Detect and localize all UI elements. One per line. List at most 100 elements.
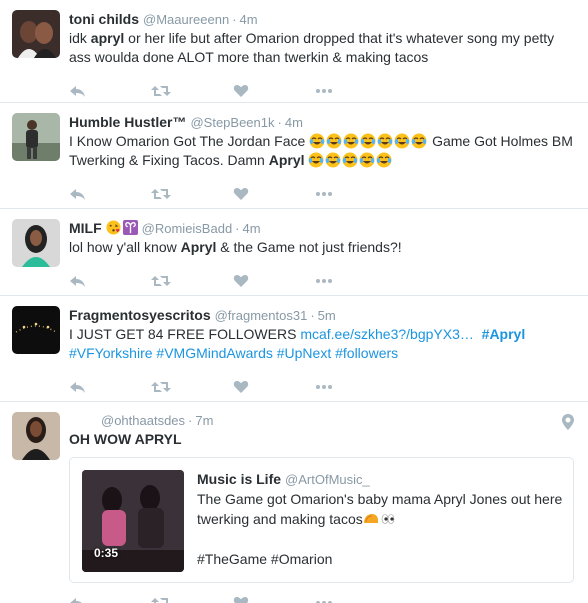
tweet-text: I Know Omarion Got The Jordan Face Game … xyxy=(69,132,576,170)
tears-of-joy-emoji-icon xyxy=(360,133,377,149)
quoted-user-name[interactable]: Music is Life xyxy=(197,470,281,488)
tweet[interactable]: MILF @RomieisBadd · 4m lol how y'all kno… xyxy=(0,209,588,296)
reply-icon xyxy=(70,276,85,287)
timestamp[interactable]: 4m xyxy=(243,220,261,238)
reply-button[interactable] xyxy=(69,594,151,603)
retweet-icon xyxy=(151,598,171,603)
kiss-emoji-icon xyxy=(106,219,121,237)
more-icon xyxy=(316,601,332,603)
user-handle[interactable]: @Maaureeenn xyxy=(143,11,229,29)
user-name[interactable]: Humble Hustler™ xyxy=(69,113,186,131)
retweet-button[interactable] xyxy=(151,272,233,290)
user-name[interactable]: MILF xyxy=(69,219,102,237)
tweet-text-part: I JUST GET 84 FREE FOLLOWERS xyxy=(69,326,301,342)
more-icon xyxy=(316,279,332,283)
hashtag-link[interactable]: #Apryl xyxy=(482,326,526,342)
avatar[interactable] xyxy=(12,306,60,354)
timestamp[interactable]: 4m xyxy=(240,11,258,29)
tweet-text-part: or her life but after Omarion dropped th… xyxy=(69,30,555,65)
retweet-button[interactable] xyxy=(151,594,233,603)
user-name[interactable]: Fragmentosyescritos xyxy=(69,306,211,324)
tweet-actions xyxy=(69,363,576,403)
tears-of-joy-emoji-icon xyxy=(326,133,343,149)
search-term-highlight: Apryl xyxy=(180,239,217,255)
eyes-emoji-icon xyxy=(381,514,395,524)
more-button[interactable] xyxy=(315,185,397,203)
reply-button[interactable] xyxy=(69,272,151,290)
reply-button[interactable] xyxy=(69,82,151,100)
tweet-actions xyxy=(69,170,576,210)
tweet-text: idk apryl or her life but after Omarion … xyxy=(69,29,576,67)
hashtag-links[interactable]: #VFYorkshire #VMGMindAwards #UpNext #fol… xyxy=(69,345,398,361)
tweet-text: I JUST GET 84 FREE FOLLOWERS mcaf.ee/szk… xyxy=(69,325,576,363)
tweet-text-part: & the Game not just friends?! xyxy=(216,239,402,255)
like-button[interactable] xyxy=(233,272,315,290)
search-term-highlight: apryl xyxy=(90,30,125,46)
user-handle[interactable]: @RomieisBadd xyxy=(142,220,233,238)
retweet-icon xyxy=(151,86,171,96)
timestamp[interactable]: 4m xyxy=(285,114,303,132)
quoted-tweet-hashtags[interactable]: #TheGame #Omarion xyxy=(197,549,563,569)
more-button[interactable] xyxy=(315,82,397,100)
search-term-highlight: Apryl xyxy=(268,152,305,168)
avatar[interactable] xyxy=(12,113,60,161)
more-icon xyxy=(316,385,332,389)
avatar[interactable] xyxy=(12,219,60,267)
tweet-text-part: lol how y'all know xyxy=(69,239,181,255)
location-pin-icon[interactable] xyxy=(562,414,574,430)
heart-icon xyxy=(233,187,249,200)
reply-button[interactable] xyxy=(69,378,151,396)
tears-of-joy-emoji-icon xyxy=(343,133,360,149)
like-button[interactable] xyxy=(233,185,315,203)
tears-of-joy-emoji-icon xyxy=(411,133,428,149)
taco-emoji-icon xyxy=(363,514,378,523)
tweet-link[interactable]: mcaf.ee/szkhe3?/bgpYX3… xyxy=(300,326,474,342)
user-name[interactable]: toni childs xyxy=(69,10,139,28)
search-term-highlight: OH WOW APRYL xyxy=(69,431,182,447)
heart-icon xyxy=(233,380,249,393)
tweet-text: lol how y'all know Apryl & the Game not … xyxy=(69,238,576,257)
tweet-actions xyxy=(69,257,576,297)
timestamp[interactable]: 7m xyxy=(195,412,213,430)
more-button[interactable] xyxy=(315,272,397,290)
retweet-icon xyxy=(151,276,171,286)
user-handle[interactable]: @fragmentos31 xyxy=(215,307,308,325)
user-handle[interactable]: @StepBeen1k xyxy=(190,114,274,132)
tweet[interactable]: Humble Hustler™ @StepBeen1k · 4m I Know … xyxy=(0,103,588,209)
quoted-user-handle[interactable]: @ArtOfMusic_ xyxy=(285,471,370,489)
avatar[interactable] xyxy=(12,412,60,460)
tears-of-joy-emoji-icon xyxy=(325,152,342,168)
retweet-button[interactable] xyxy=(151,185,233,203)
tweet-timeline: toni childs @Maaureeenn · 4m idk apryl o… xyxy=(0,0,588,603)
retweet-button[interactable] xyxy=(151,378,233,396)
more-button[interactable] xyxy=(315,594,397,603)
tweet[interactable]: Fragmentosyescritos @fragmentos31 · 5m I… xyxy=(0,296,588,402)
timestamp[interactable]: 5m xyxy=(318,307,336,325)
quoted-tweet-card[interactable]: 0:35 Music is Life @ArtOfMusic_ The Game… xyxy=(69,457,574,583)
reply-icon xyxy=(70,86,85,97)
separator-dot: · xyxy=(232,12,237,27)
separator-dot: · xyxy=(310,308,315,323)
like-button[interactable] xyxy=(233,594,315,603)
tears-of-joy-emoji-icon xyxy=(308,152,325,168)
tweet-text-part: idk xyxy=(69,30,91,46)
tears-of-joy-emoji-icon xyxy=(309,133,326,149)
like-button[interactable] xyxy=(233,82,315,100)
tweet-actions xyxy=(69,67,576,107)
heart-icon xyxy=(233,84,249,97)
reply-icon xyxy=(70,382,85,393)
like-button[interactable] xyxy=(233,378,315,396)
more-button[interactable] xyxy=(315,378,397,396)
retweet-button[interactable] xyxy=(151,82,233,100)
heart-icon xyxy=(233,274,249,287)
reply-button[interactable] xyxy=(69,185,151,203)
more-icon xyxy=(316,192,332,196)
avatar[interactable] xyxy=(12,10,60,58)
tweet[interactable]: toni childs @Maaureeenn · 4m idk apryl o… xyxy=(0,0,588,103)
tweet-actions xyxy=(69,583,576,603)
tweet[interactable]: @ohthaatsdes · 7m OH WOW APRYL 0:35 Musi… xyxy=(0,402,588,603)
user-handle[interactable]: @ohthaatsdes xyxy=(101,412,185,430)
tweet-text: OH WOW APRYL xyxy=(69,430,576,449)
video-thumbnail[interactable]: 0:35 xyxy=(82,470,184,572)
quoted-tweet-text: The Game got Omarion's baby mama Apryl J… xyxy=(197,489,563,529)
